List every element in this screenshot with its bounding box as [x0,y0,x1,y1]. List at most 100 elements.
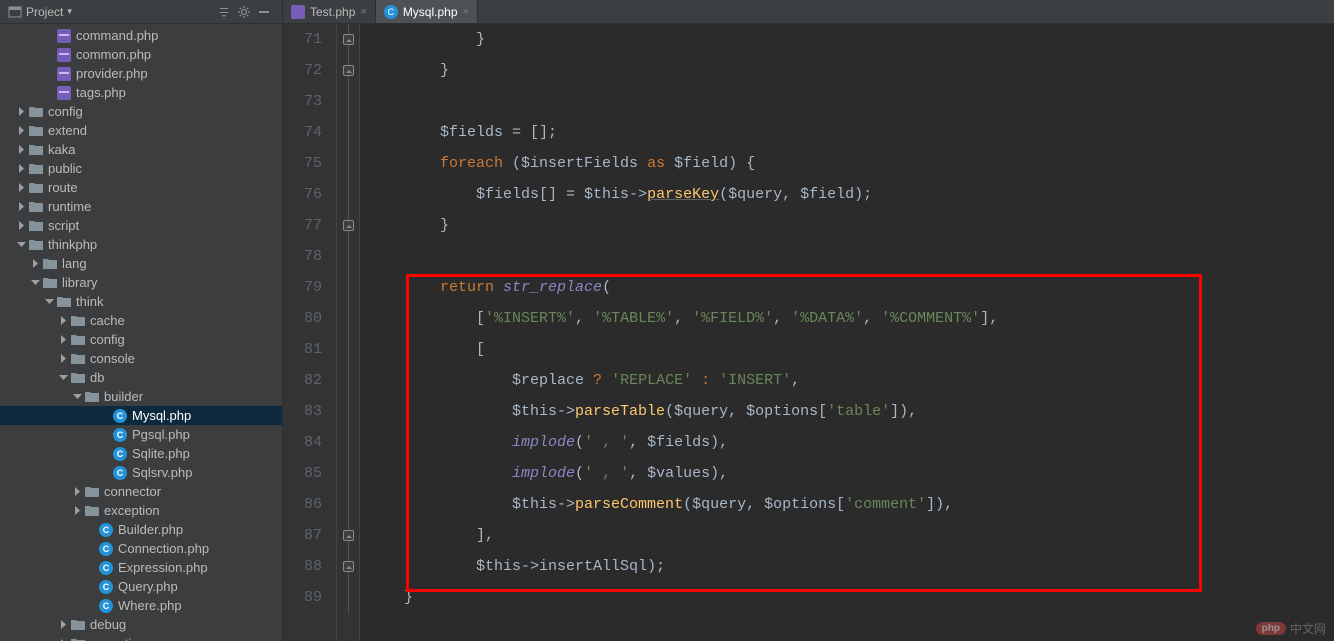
code-content[interactable]: } } $fields = []; foreach ($insertFields… [360,24,1334,641]
fold-slot[interactable] [337,210,359,241]
settings-icon[interactable] [234,2,254,22]
tree-file[interactable]: CPgsql.php [0,425,282,444]
chevron-icon[interactable] [56,637,70,641]
chevron-icon [42,48,56,62]
line-number: 74 [283,117,322,148]
tree-item-label: Mysql.php [132,408,191,423]
tree-file[interactable]: CBuilder.php [0,520,282,539]
chevron-icon[interactable] [56,618,70,632]
chevron-icon[interactable] [14,143,28,157]
fold-marker-icon[interactable] [343,530,354,541]
tree-folder[interactable]: script [0,216,282,235]
tree-folder[interactable]: runtime [0,197,282,216]
project-title[interactable]: Project ▾ [8,5,72,19]
fold-slot[interactable] [337,520,359,551]
fold-slot [337,365,359,396]
watermark: php 中文网 [1256,620,1326,637]
chevron-icon[interactable] [14,181,28,195]
tree-folder[interactable]: think [0,292,282,311]
tree-folder[interactable]: config [0,330,282,349]
chevron-icon[interactable] [14,200,28,214]
tree-folder[interactable]: builder [0,387,282,406]
tree-folder[interactable]: cache [0,311,282,330]
chevron-icon[interactable] [14,219,28,233]
fold-marker-icon[interactable] [343,561,354,572]
line-number: 84 [283,427,322,458]
folder-icon [28,104,44,120]
fold-slot[interactable] [337,551,359,582]
tree-item-label: Sqlsrv.php [132,465,192,480]
close-icon[interactable]: × [463,6,469,18]
chevron-icon[interactable] [70,390,84,404]
chevron-icon[interactable] [14,105,28,119]
chevron-icon[interactable] [42,295,56,309]
fold-slot [337,582,359,613]
line-number: 75 [283,148,322,179]
tree-folder[interactable]: extend [0,121,282,140]
folder-icon [42,256,58,272]
fold-marker-icon[interactable] [343,220,354,231]
editor-tab[interactable]: CMysql.php× [376,0,478,23]
collapse-icon[interactable] [214,2,234,22]
tree-file[interactable]: command.php [0,26,282,45]
tree-file[interactable]: CSqlite.php [0,444,282,463]
tree-folder[interactable]: public [0,159,282,178]
chevron-icon[interactable] [56,371,70,385]
chevron-icon[interactable] [56,333,70,347]
tree-folder[interactable]: connector [0,482,282,501]
class-file-icon: C [112,465,128,481]
chevron-icon[interactable] [14,124,28,138]
tree-file[interactable]: CMysql.php [0,406,282,425]
chevron-icon[interactable] [56,314,70,328]
fold-marker-icon[interactable] [343,65,354,76]
fold-slot [337,241,359,272]
chevron-icon[interactable] [28,276,42,290]
tree-item-label: runtime [48,199,91,214]
chevron-icon[interactable] [28,257,42,271]
tree-file[interactable]: CConnection.php [0,539,282,558]
line-number: 86 [283,489,322,520]
tree-folder[interactable]: console [0,349,282,368]
tree-item-label: config [48,104,83,119]
tree-folder[interactable]: route [0,178,282,197]
tree-file[interactable]: common.php [0,45,282,64]
tree-folder[interactable]: kaka [0,140,282,159]
chevron-icon[interactable] [70,504,84,518]
chevron-icon[interactable] [70,485,84,499]
hide-icon[interactable] [254,2,274,22]
project-tree: command.phpcommon.phpprovider.phptags.ph… [0,24,282,641]
tree-folder[interactable]: thinkphp [0,235,282,254]
editor-tab[interactable]: Test.php× [283,0,376,23]
chevron-icon[interactable] [56,352,70,366]
code-editor[interactable]: 71727374757677787980818283848586878889 }… [283,24,1334,641]
chevron-icon [84,599,98,613]
tree-folder[interactable]: library [0,273,282,292]
tree-file[interactable]: provider.php [0,64,282,83]
tree-file[interactable]: CWhere.php [0,596,282,615]
fold-marker-icon[interactable] [343,34,354,45]
tree-item-label: Sqlite.php [132,446,190,461]
class-file-icon: C [384,5,398,19]
tree-folder[interactable]: exception [0,634,282,641]
tree-file[interactable]: tags.php [0,83,282,102]
tree-file[interactable]: CExpression.php [0,558,282,577]
tree-folder[interactable]: lang [0,254,282,273]
tree-folder[interactable]: debug [0,615,282,634]
line-number: 85 [283,458,322,489]
tree-file[interactable]: CQuery.php [0,577,282,596]
tree-folder[interactable]: config [0,102,282,121]
fold-slot [337,458,359,489]
tree-item-label: kaka [48,142,75,157]
fold-slot[interactable] [337,55,359,86]
class-file-icon: C [98,598,114,614]
tree-folder[interactable]: db [0,368,282,387]
tree-item-label: lang [62,256,87,271]
tree-item-label: db [90,370,104,385]
chevron-icon[interactable] [14,162,28,176]
folder-icon [28,161,44,177]
fold-slot[interactable] [337,24,359,55]
close-icon[interactable]: × [360,6,366,18]
tree-folder[interactable]: exception [0,501,282,520]
chevron-icon[interactable] [14,238,28,252]
tree-file[interactable]: C Sqlsrv.php [0,463,282,482]
